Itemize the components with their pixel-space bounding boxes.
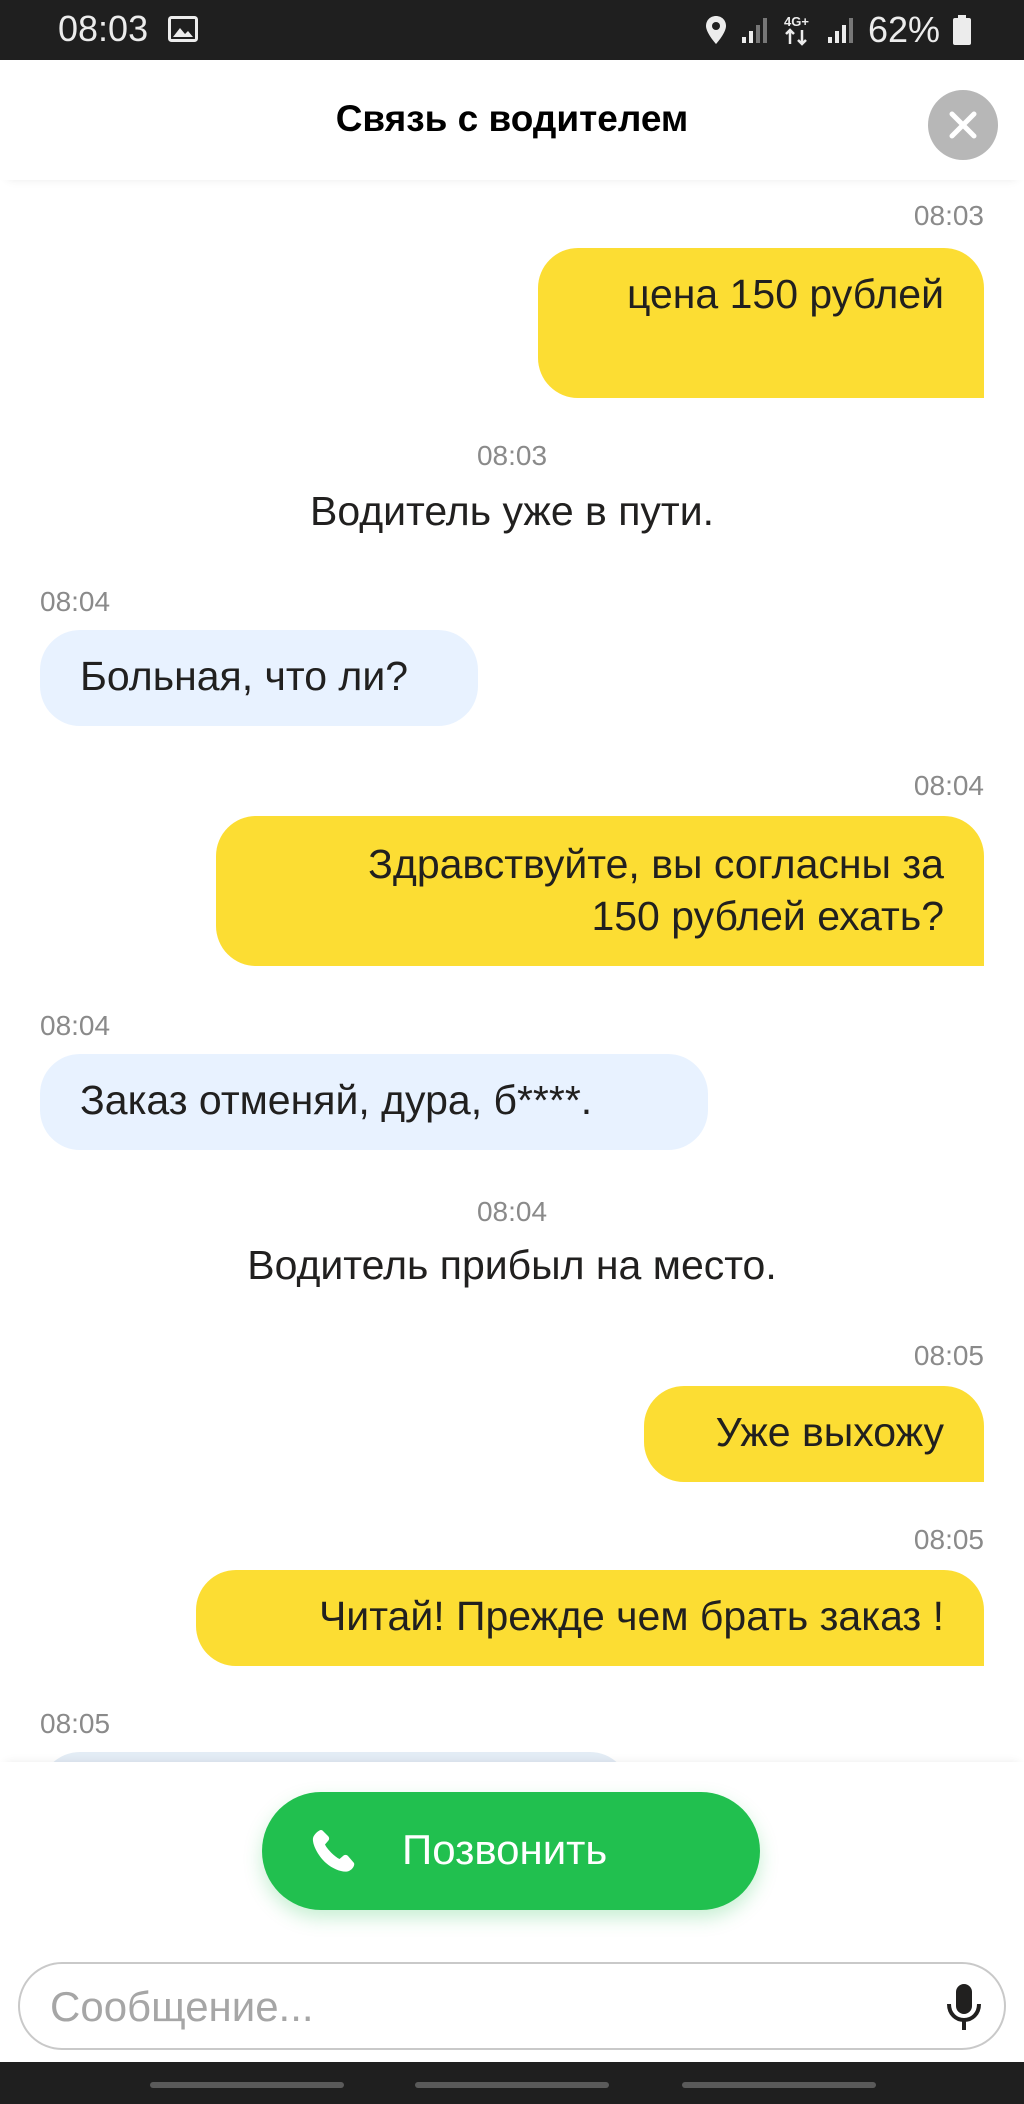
message-text: Заказ отменяй, дура, б****. [80,1077,593,1123]
message-time: 08:05 [913,1524,984,1555]
status-time: 08:03 [58,8,149,49]
status-icons: 4G+ 62% [704,8,972,52]
message-time: 08:04 [40,1010,111,1041]
network-4g-icon: 4G+ [784,14,809,46]
system-message: Водитель уже в пути. [309,488,715,534]
message-text: Читай! Прежде чем брать заказ ! [318,1593,944,1639]
incoming-message-partial [40,1752,630,1762]
message-time: 08:05 [913,1340,984,1371]
outgoing-message: Уже выхожу [644,1386,984,1482]
outgoing-message: Читай! Прежде чем брать заказ ! [196,1570,984,1666]
location-icon [705,16,726,44]
battery-percent: 62% [867,9,940,50]
message-time: 08:03 [913,200,984,231]
bottom-panel: Позвонить [0,1762,1024,2062]
system-nav-bar [0,2062,1024,2104]
microphone-icon[interactable] [944,1982,984,2032]
outgoing-message: Здравствуйте, вы согласны за 150 рублей … [216,816,984,966]
call-button[interactable]: Позвонить [262,1792,760,1910]
nav-home-button[interactable] [415,2082,609,2088]
message-field [18,1962,1006,2050]
chat-messages: 08:03 цена 150 рублей 08:03 Водитель уже… [0,180,1024,1762]
gallery-icon [168,16,198,42]
incoming-message: Заказ отменяй, дура, б****. [40,1054,708,1150]
status-bar: 08:03 4G+ 62% [0,0,1024,60]
message-text: Больная, что ли? [80,653,409,699]
message-text-line-1: Здравствуйте, вы согласны за [368,841,944,887]
close-button[interactable] [928,90,998,160]
message-time: 08:04 [913,770,984,801]
outgoing-message: цена 150 рублей [538,248,984,398]
message-text: цена 150 рублей [626,271,944,317]
message-time: 08:05 [40,1708,111,1739]
incoming-message: Больная, что ли? [40,630,478,726]
nav-back-button[interactable] [682,2082,876,2088]
signal-icon [741,18,767,43]
message-text: Уже выхожу [715,1409,944,1455]
system-message: Водитель прибыл на место. [247,1242,777,1288]
message-time: 08:04 [40,586,111,617]
chat-header: Связь с водителем [0,60,1024,180]
nav-recent-button[interactable] [150,2082,344,2088]
signal-icon-2 [827,18,853,43]
message-time: 08:03 [476,440,548,471]
close-icon [949,111,977,139]
message-input[interactable] [48,1976,932,2038]
page-title: Связь с водителем [335,98,689,139]
svg-text:4G+: 4G+ [784,14,809,29]
message-time: 08:04 [476,1196,548,1227]
phone-icon [312,1830,355,1872]
message-text-line-2: 150 рублей ехать? [591,893,944,939]
call-button-label: Позвонить [402,1826,608,1873]
battery-icon [953,15,971,45]
